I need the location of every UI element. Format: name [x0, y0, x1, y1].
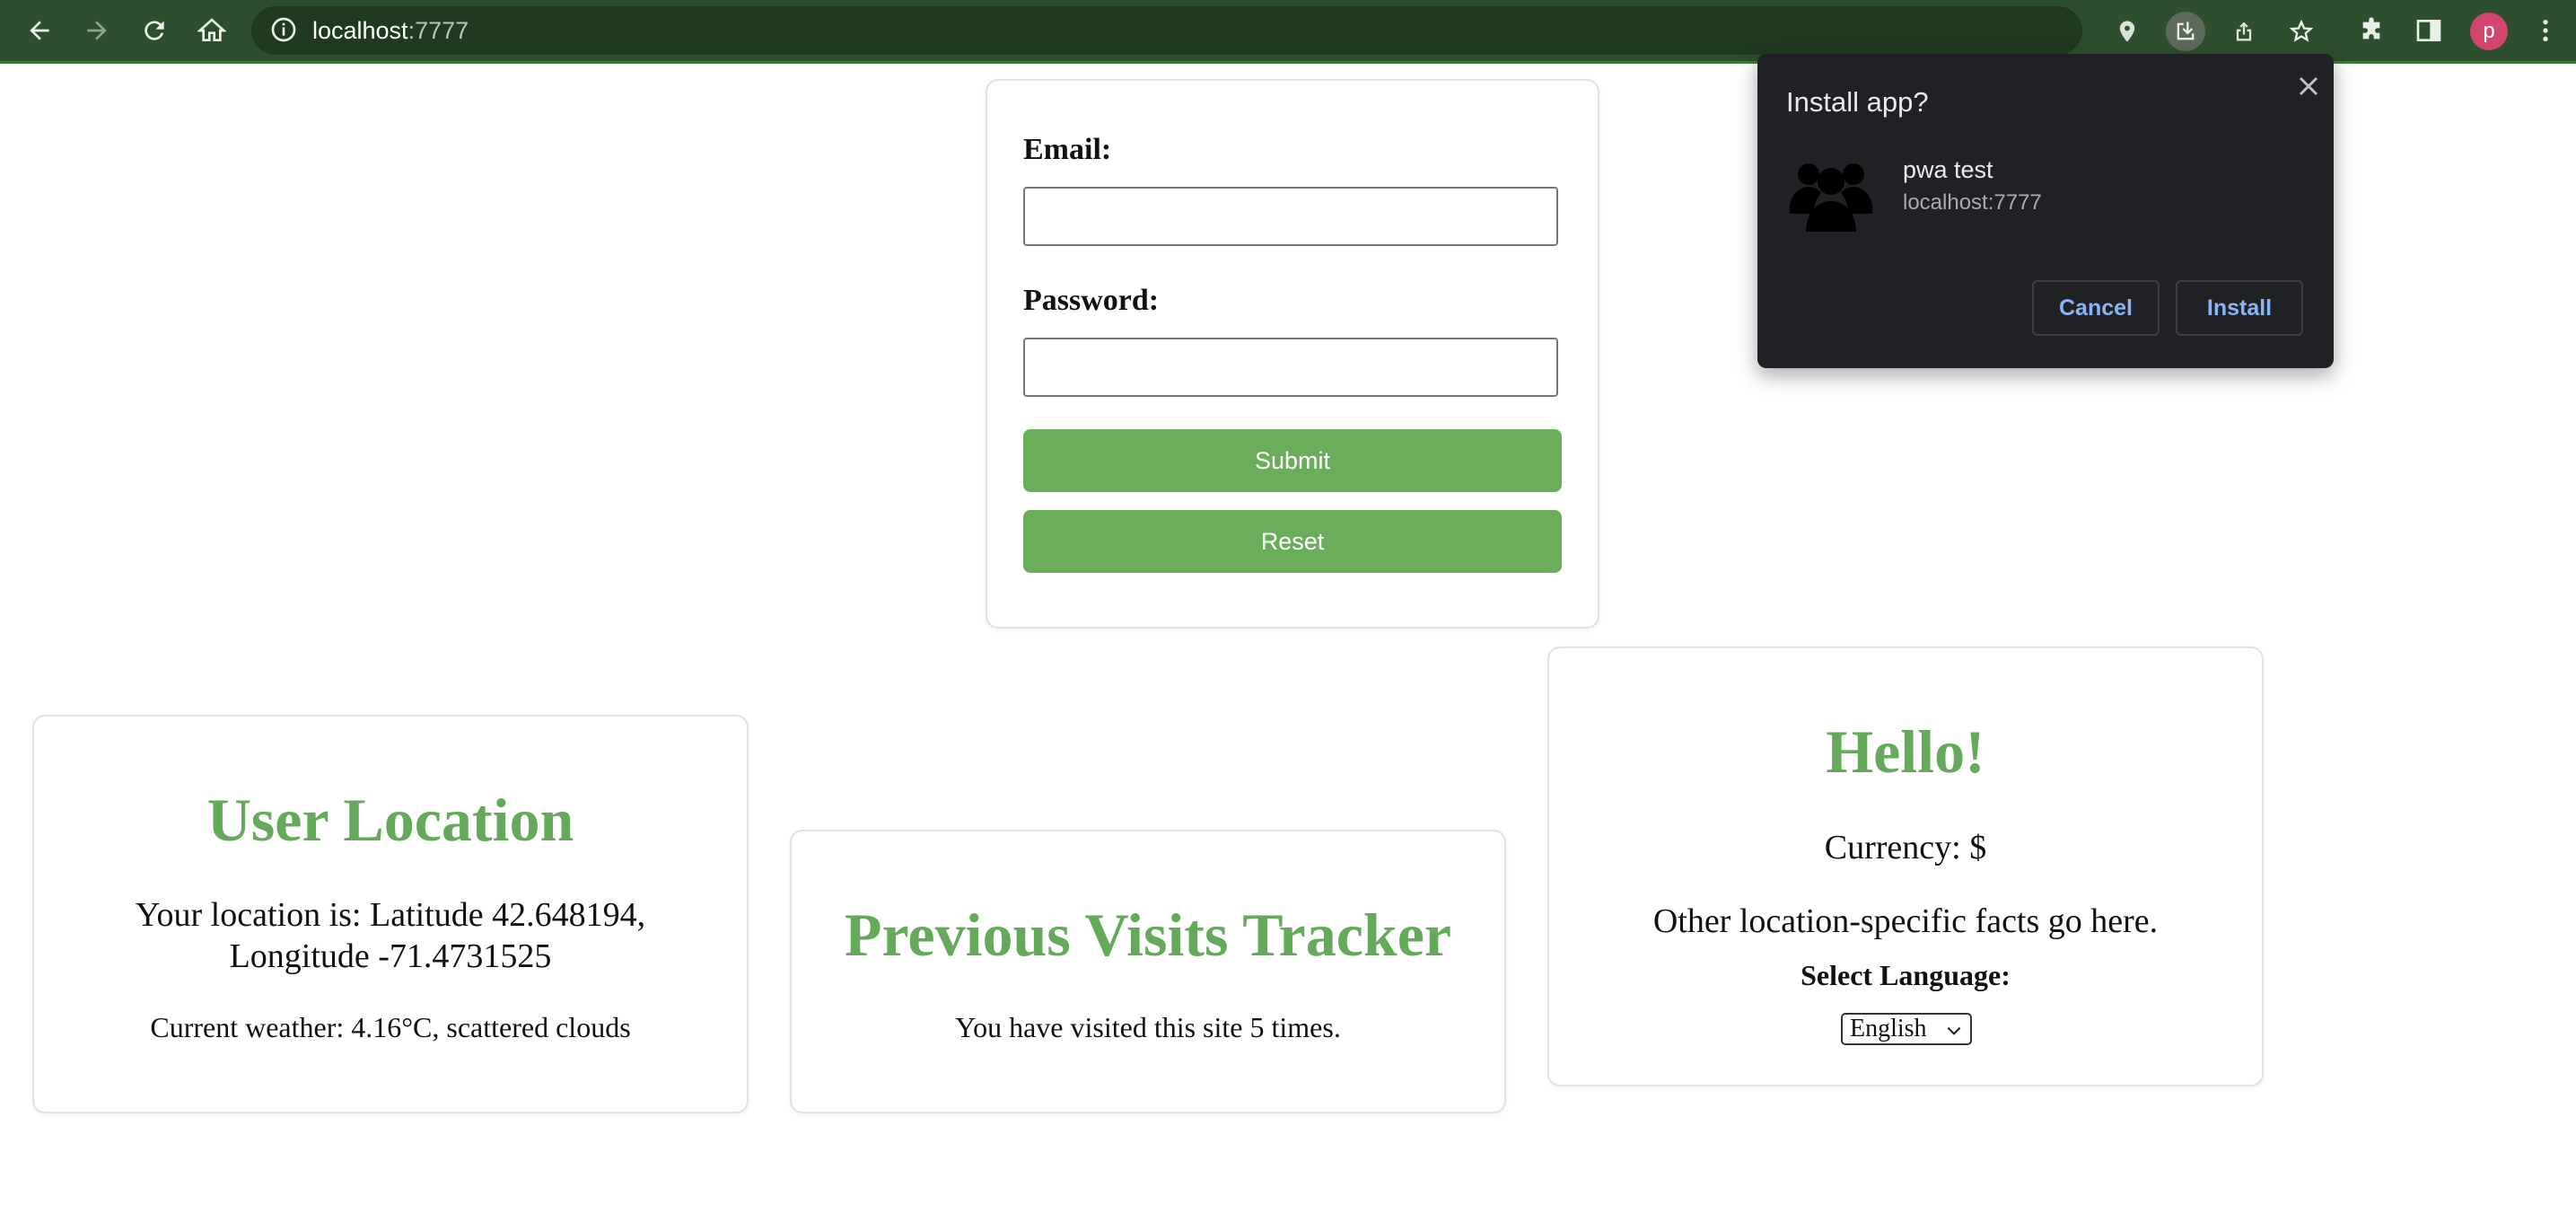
chevron-down-icon [1947, 1026, 1961, 1035]
bookmark-button[interactable] [2282, 12, 2321, 51]
location-line-2: Longitude -71.4731525 [229, 937, 552, 975]
email-field[interactable] [1023, 187, 1558, 246]
share-icon [2236, 22, 2252, 41]
url-host: localhost [312, 17, 408, 44]
star-icon [2289, 19, 2314, 42]
extensions-button[interactable] [2350, 9, 2393, 52]
install-icon [2177, 22, 2195, 40]
user-location-card: User Location Your location is: Latitude… [32, 715, 749, 1113]
facts-text: Other location-specific facts go here. [1652, 902, 2159, 940]
puzzle-icon [2362, 17, 2380, 40]
cancel-button[interactable]: Cancel [2032, 280, 2160, 336]
arrow-left-icon [30, 21, 49, 40]
reload-icon [145, 21, 164, 40]
password-label: Password: [1023, 284, 1160, 317]
password-field[interactable] [1023, 338, 1558, 397]
location-title: User Location [206, 786, 574, 854]
login-form-card: Email: Password: Submit Reset [986, 79, 1599, 629]
visits-title: Previous Visits Tracker [844, 901, 1452, 969]
users-group-icon [1790, 163, 1872, 232]
app-origin: localhost:7777 [1903, 190, 2042, 215]
visits-text: You have visited this site 5 times. [955, 1011, 1341, 1043]
site-info-icon[interactable] [269, 15, 298, 44]
map-pin-icon [2119, 21, 2135, 42]
dialog-title: Install app? [1786, 86, 1929, 118]
reload-button[interactable] [133, 9, 176, 52]
browser-menu-button[interactable] [2524, 9, 2567, 52]
language-label: Select Language: [1801, 959, 2011, 991]
home-icon [197, 18, 226, 41]
currency-text: Currency: $ [1824, 829, 1987, 866]
install-app-button[interactable] [2166, 12, 2205, 51]
profile-avatar[interactable]: p [2470, 13, 2508, 50]
location-line-1: Your location is: Latitude 42.648194, [135, 896, 646, 934]
email-label: Email: [1023, 133, 1112, 166]
language-selected-value: English [1850, 1015, 1927, 1042]
language-select[interactable]: English [1841, 1013, 1972, 1045]
app-name: pwa test [1903, 156, 1993, 183]
install-app-dialog: Install app? pwa test localhost:7777 Can… [1757, 54, 2334, 368]
share-button[interactable] [2224, 12, 2264, 51]
submit-button[interactable]: Submit [1023, 429, 1562, 492]
hello-title: Hello! [1826, 717, 1985, 786]
visits-tracker-card: Previous Visits Tracker You have visited… [790, 830, 1506, 1113]
hello-card: Hello! Currency: $ Other location-specif… [1547, 646, 2264, 1086]
reset-button[interactable]: Reset [1023, 510, 1562, 573]
location-indicator[interactable] [2107, 12, 2147, 51]
install-button[interactable]: Install [2176, 280, 2303, 336]
close-icon[interactable] [2292, 70, 2325, 102]
back-button[interactable] [18, 9, 61, 52]
side-panel-button[interactable] [2407, 9, 2450, 52]
url-port: :7777 [407, 17, 469, 44]
home-button[interactable] [190, 9, 233, 52]
address-bar[interactable]: localhost:7777 [251, 6, 2314, 55]
location-text: Your location is: Latitude 42.648194, Lo… [34, 894, 747, 977]
url-text[interactable]: localhost:7777 [312, 15, 469, 46]
weather-text: Current weather: 4.16°C, scattered cloud… [150, 1011, 631, 1043]
more-vert-icon [2543, 20, 2548, 41]
side-panel-icon [2416, 20, 2441, 41]
forward-button[interactable] [75, 9, 118, 52]
arrow-right-icon [87, 21, 107, 40]
